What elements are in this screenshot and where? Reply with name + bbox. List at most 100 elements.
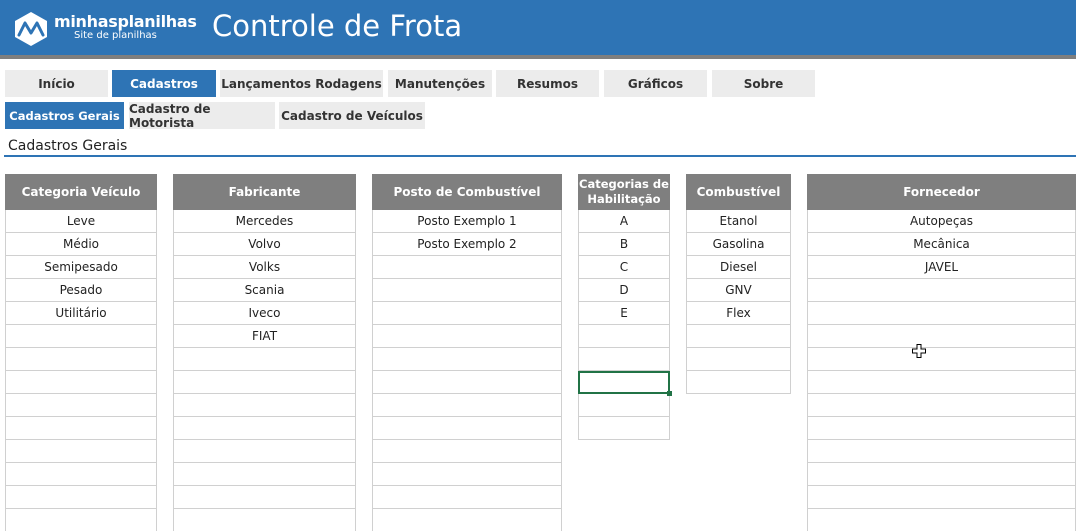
- tab-cadastros[interactable]: Cadastros: [112, 70, 216, 97]
- table-cell[interactable]: [5, 509, 157, 531]
- table-cell[interactable]: [372, 279, 562, 302]
- table-cell[interactable]: [372, 463, 562, 486]
- column-header: Categorias de Habilitação: [578, 174, 670, 210]
- table-cell[interactable]: [173, 440, 356, 463]
- table-cell[interactable]: C: [578, 256, 670, 279]
- table-cell[interactable]: [372, 509, 562, 531]
- table-cell[interactable]: Volks: [173, 256, 356, 279]
- table-cell[interactable]: [173, 348, 356, 371]
- table-cell[interactable]: [807, 325, 1076, 348]
- table-cell[interactable]: B: [578, 233, 670, 256]
- tab-graficos[interactable]: Gráficos: [604, 70, 707, 97]
- table-cell[interactable]: [173, 509, 356, 531]
- table-cell[interactable]: Autopeças: [807, 210, 1076, 233]
- table-cell[interactable]: [5, 486, 157, 509]
- table-cell[interactable]: [372, 486, 562, 509]
- subtab-cadastro-veiculos[interactable]: Cadastro de Veículos: [279, 102, 425, 129]
- tab-sobre[interactable]: Sobre: [712, 70, 815, 97]
- table-cell[interactable]: Diesel: [686, 256, 791, 279]
- column-header: Fornecedor: [807, 174, 1076, 210]
- tab-lancamentos-rodagens[interactable]: Lançamentos Rodagens: [220, 70, 383, 97]
- table-cell[interactable]: Posto Exemplo 1: [372, 210, 562, 233]
- table-cell[interactable]: [5, 325, 157, 348]
- table-cell[interactable]: [807, 371, 1076, 394]
- table-cell[interactable]: GNV: [686, 279, 791, 302]
- table-fabricante: Fabricante Mercedes Volvo Volks Scania Iveco…: [173, 174, 356, 531]
- table-cell[interactable]: Iveco: [173, 302, 356, 325]
- table-cell[interactable]: [807, 486, 1076, 509]
- table-cell[interactable]: Mercedes: [173, 210, 356, 233]
- subtab-cadastros-gerais[interactable]: Cadastros Gerais: [5, 102, 124, 129]
- table-cell[interactable]: A: [578, 210, 670, 233]
- logo-icon: [15, 12, 47, 46]
- table-cell[interactable]: Gasolina: [686, 233, 791, 256]
- table-cell[interactable]: Flex: [686, 302, 791, 325]
- app-header: minhasplanilhas Site de planilhas Contro…: [0, 0, 1076, 55]
- table-cell[interactable]: [807, 348, 1076, 371]
- table-cell[interactable]: Scania: [173, 279, 356, 302]
- table-cell[interactable]: Médio: [5, 233, 157, 256]
- tab-manutencoes[interactable]: Manutenções: [388, 70, 492, 97]
- logo-tagline: Site de planilhas: [74, 30, 157, 41]
- table-cell[interactable]: [807, 394, 1076, 417]
- table-cell[interactable]: [578, 348, 670, 371]
- header-divider: [0, 55, 1076, 59]
- table-cell[interactable]: FIAT: [173, 325, 356, 348]
- table-cell[interactable]: [807, 417, 1076, 440]
- tab-resumos[interactable]: Resumos: [496, 70, 599, 97]
- table-cell[interactable]: [807, 509, 1076, 531]
- subtab-cadastro-motorista[interactable]: Cadastro de Motorista: [129, 102, 275, 130]
- table-cell[interactable]: JAVEL: [807, 256, 1076, 279]
- table-cell[interactable]: [372, 417, 562, 440]
- crosshair-cursor-icon: [912, 344, 926, 358]
- column-header: Categoria Veículo: [5, 174, 157, 210]
- table-posto-combustivel: Posto de Combustível Posto Exemplo 1 Post…: [372, 174, 562, 531]
- table-cell[interactable]: [686, 348, 791, 371]
- section-divider: [4, 155, 1076, 157]
- table-cell[interactable]: [686, 325, 791, 348]
- table-cell[interactable]: [807, 302, 1076, 325]
- column-header: Fabricante: [173, 174, 356, 210]
- table-cell[interactable]: Etanol: [686, 210, 791, 233]
- table-cell[interactable]: Posto Exemplo 2: [372, 233, 562, 256]
- table-categorias-habilitacao: Categorias de Habilitação ABCDE: [578, 174, 672, 440]
- table-cell[interactable]: E: [578, 302, 670, 325]
- table-cell[interactable]: [5, 394, 157, 417]
- table-cell[interactable]: [173, 486, 356, 509]
- table-cell[interactable]: [372, 371, 562, 394]
- table-cell[interactable]: [578, 325, 670, 348]
- column-header: Posto de Combustível: [372, 174, 562, 210]
- table-cell[interactable]: [372, 325, 562, 348]
- table-cell[interactable]: [173, 371, 356, 394]
- table-cell[interactable]: [5, 440, 157, 463]
- table-cell[interactable]: [5, 348, 157, 371]
- table-cell[interactable]: [5, 371, 157, 394]
- table-cell[interactable]: [173, 417, 356, 440]
- table-cell[interactable]: Volvo: [173, 233, 356, 256]
- section-title: Cadastros Gerais: [8, 138, 128, 154]
- table-cell[interactable]: [686, 371, 791, 394]
- table-categoria-veiculo: Categoria Veículo Leve Médio Semipesado Pes…: [5, 174, 157, 531]
- tab-inicio[interactable]: Início: [5, 70, 108, 97]
- table-cell[interactable]: [807, 440, 1076, 463]
- table-cell[interactable]: Leve: [5, 210, 157, 233]
- table-cell[interactable]: [372, 302, 562, 325]
- table-cell[interactable]: [173, 463, 356, 486]
- table-cell[interactable]: Utilitário: [5, 302, 157, 325]
- table-cell[interactable]: D: [578, 279, 670, 302]
- table-cell[interactable]: [372, 440, 562, 463]
- table-cell[interactable]: [372, 256, 562, 279]
- table-cell[interactable]: Pesado: [5, 279, 157, 302]
- table-cell[interactable]: [807, 279, 1076, 302]
- table-cell[interactable]: [372, 394, 562, 417]
- table-cell[interactable]: [807, 463, 1076, 486]
- table-cell[interactable]: [5, 417, 157, 440]
- table-cell[interactable]: Semipesado: [5, 256, 157, 279]
- table-cell[interactable]: [578, 394, 670, 417]
- table-cell[interactable]: [578, 417, 670, 440]
- table-cell[interactable]: [5, 463, 157, 486]
- table-cell[interactable]: [372, 348, 562, 371]
- table-cell[interactable]: [173, 394, 356, 417]
- table-cell[interactable]: Mecânica: [807, 233, 1076, 256]
- table-cell[interactable]: [578, 371, 672, 396]
